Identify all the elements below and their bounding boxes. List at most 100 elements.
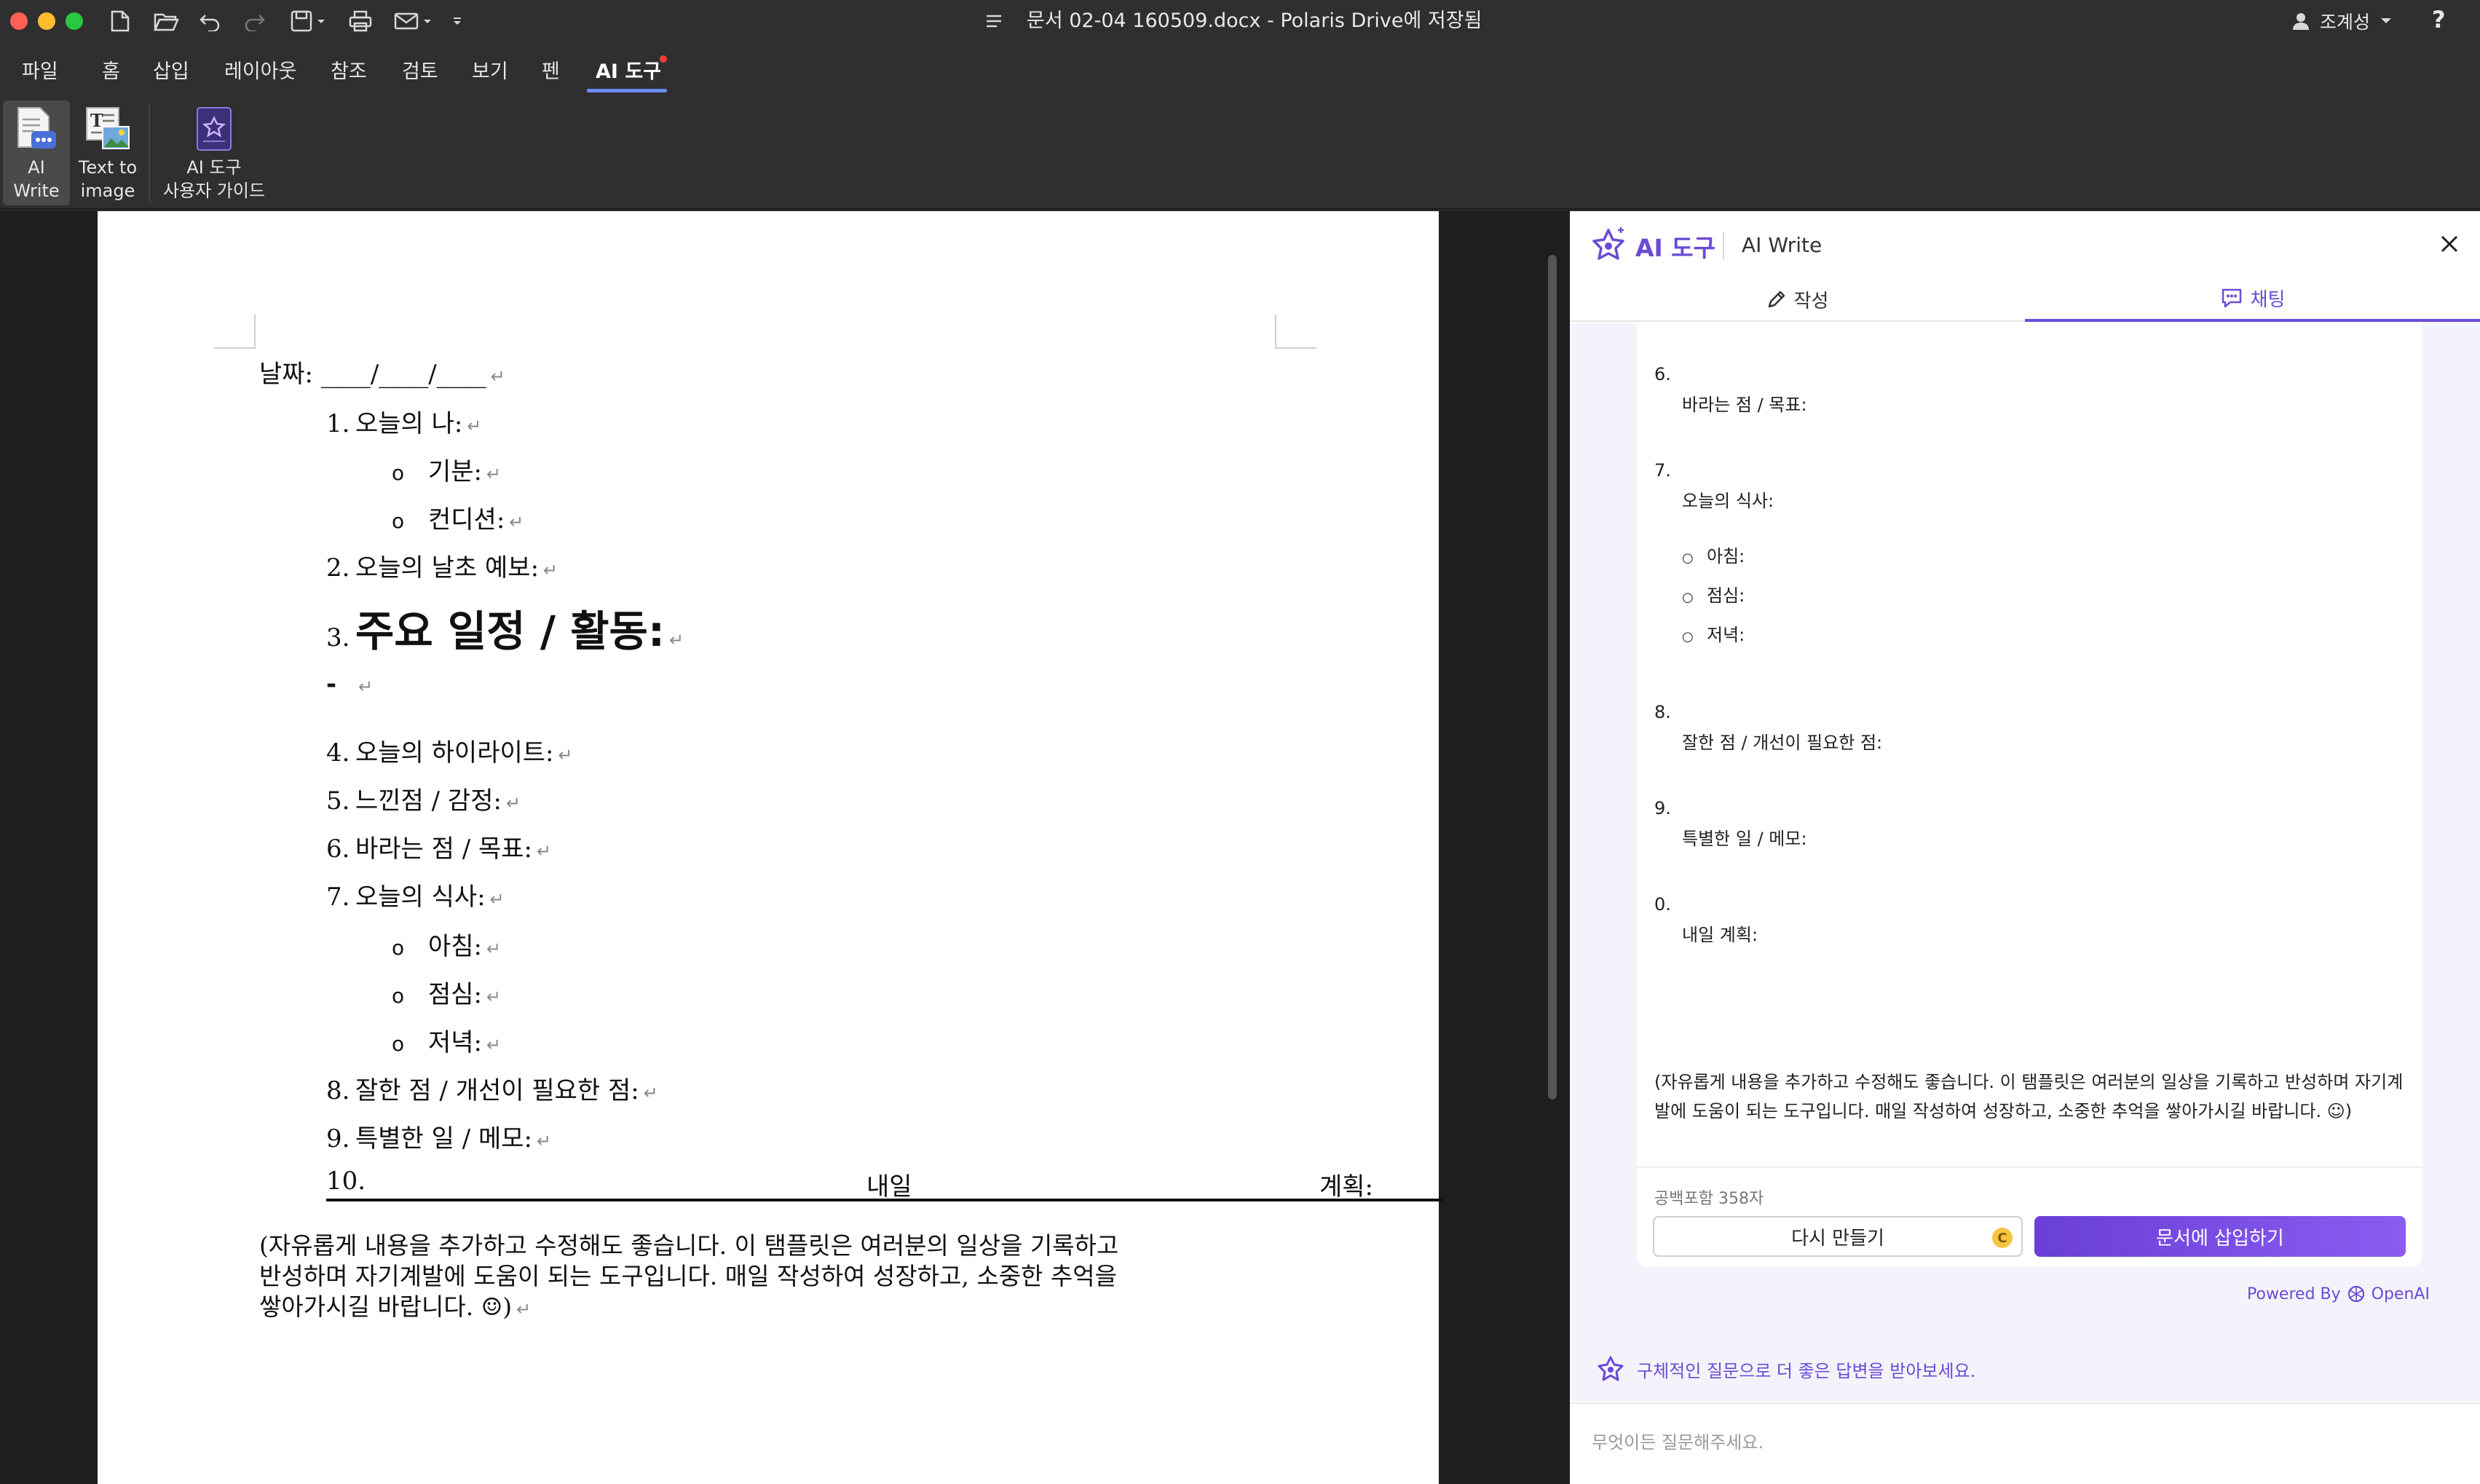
tab-chat[interactable]: 채팅: [2025, 277, 2480, 322]
item-bullet: o: [392, 461, 405, 485]
quick-access-more-icon[interactable]: [451, 6, 463, 36]
document-scrollbar[interactable]: [1548, 255, 1557, 1100]
doc-dash-line: - ↵: [326, 670, 374, 699]
ai-write-icon: [17, 107, 56, 149]
user-name: 조계성: [2320, 12, 2371, 33]
item-text: 오늘의 날초 예보:: [355, 553, 540, 583]
powered-by-openai: Powered By OpenAI: [2247, 1284, 2430, 1303]
save-icon[interactable]: [290, 6, 328, 36]
item-text: 바라는 점 / 목표:: [355, 834, 533, 864]
mail-icon[interactable]: [393, 6, 434, 36]
doc-closing-line: (자유롭게 내용을 추가하고 수정해도 좋습니다. 이 탬플릿은 여러분의 일상…: [259, 1231, 1119, 1260]
header-divider: [1723, 232, 1724, 259]
doc-item: 5. 느낀점 / 감정: ↵: [326, 786, 521, 816]
ai-panel-mode: AI Write: [1742, 233, 1823, 257]
doc-item-10: 10. 내일 계획:: [326, 1167, 1443, 1201]
tab-references[interactable]: 참조: [331, 55, 367, 84]
text-to-image-icon: T: [86, 107, 130, 149]
item-word-1: 내일: [866, 1172, 912, 1201]
text-to-image-button[interactable]: T Text to image: [70, 100, 146, 205]
tab-home[interactable]: 홈: [102, 55, 120, 84]
ai-panel-brand: AI 도구: [1635, 234, 1716, 262]
text-to-image-label-2: image: [80, 181, 135, 201]
circle-bullet-icon: ○: [1682, 590, 1694, 605]
new-feature-dot: [660, 55, 667, 63]
item-text: 특별한 일 / 메모:: [355, 1124, 533, 1153]
tab-layout[interactable]: 레이아웃: [224, 55, 296, 84]
ai-write-button[interactable]: AI Write: [3, 100, 70, 205]
chat-input-area: [1570, 1402, 2480, 1484]
doc-sub-item: o 기분: ↵: [392, 457, 502, 486]
item-number: 1.: [326, 409, 350, 438]
item-bullet: o: [392, 509, 405, 533]
response-closing-note: (자유롭게 내용을 추가하고 수정해도 좋습니다. 이 탬플릿은 여러분의 일상…: [1654, 1072, 2404, 1121]
document-title: 문서 02-04 160509.docx - Polaris Drive에 저장…: [1027, 9, 1482, 32]
doc-item: 6. 바라는 점 / 목표: ↵: [326, 834, 552, 864]
svg-text:T: T: [90, 110, 103, 131]
credit-coin-icon: C: [1992, 1228, 2013, 1248]
sub-line-text: 점심:: [1707, 585, 1745, 606]
chat-input[interactable]: [1592, 1426, 2451, 1459]
date-text: 날짜: ____/____/____: [259, 360, 486, 389]
item-text: 잘한 점 / 개선이 필요한 점:: [355, 1076, 639, 1105]
item-number: 9.: [326, 1124, 350, 1153]
doc-sub-item: o 아침: ↵: [392, 932, 502, 961]
response-number: 8.: [1654, 702, 1671, 722]
close-window-button[interactable]: [10, 12, 28, 30]
tab-write[interactable]: 작성: [1570, 277, 2025, 322]
response-sub-line: ○ 저녁:: [1682, 620, 1745, 646]
item-word-2: 계획:: [1319, 1172, 1374, 1201]
close-panel-button[interactable]: [2439, 232, 2460, 261]
item-text: 오늘의 하이라이트:: [355, 738, 554, 767]
text-to-image-label-1: Text to: [78, 157, 138, 178]
document-page[interactable]: 날짜: ____/____/____ ↵ 1. 오늘의 나: ↵ o 기분: ↵ o 컨디션…: [98, 211, 1443, 1484]
tab-view[interactable]: 보기: [472, 55, 508, 84]
zoom-window-button[interactable]: [66, 12, 83, 30]
sub-line-text: 아침:: [1707, 546, 1745, 567]
document-menu-icon[interactable]: [984, 6, 1003, 36]
doc-closing-line-last: 쌓아가시길 바랍니다. ☺) ↵: [259, 1292, 532, 1321]
regenerate-button[interactable]: 다시 만들기 C: [1653, 1216, 2023, 1257]
item-number: 4.: [326, 738, 350, 767]
tab-file[interactable]: 파일: [22, 55, 58, 84]
hint-text: 구체적인 질문으로 더 좋은 답변을 받아보세요.: [1637, 1360, 1976, 1381]
doc-sub-item: o 점심: ↵: [392, 980, 502, 1009]
ai-star-logo-icon: [1592, 227, 1624, 260]
doc-date-line: 날짜: ____/____/____ ↵: [259, 360, 505, 389]
undo-icon[interactable]: [198, 6, 221, 36]
open-folder-icon[interactable]: [153, 6, 179, 36]
response-line: 오늘의 식사:: [1682, 491, 1774, 511]
guide-label-1: AI 도구: [186, 157, 242, 178]
response-line: 특별한 일 / 메모:: [1682, 829, 1807, 849]
tab-insert[interactable]: 삽입: [153, 55, 189, 84]
redo-icon[interactable]: [243, 6, 266, 36]
user-icon: [2293, 13, 2309, 30]
circle-bullet-icon: ○: [1682, 550, 1694, 566]
doc-item: 1. 오늘의 나: ↵: [326, 409, 482, 438]
response-sub-line: ○ 점심:: [1682, 581, 1745, 607]
doc-sub-item: o 컨디션: ↵: [392, 505, 524, 534]
menu-bar: 파일 홈 삽입 레이아웃 참조 검토 보기 펜 AI 도구 공유: [0, 42, 2480, 125]
minimize-window-button[interactable]: [38, 12, 55, 30]
tab-ai-tools[interactable]: AI 도구: [596, 55, 661, 84]
close-icon: [2441, 235, 2458, 253]
response-line: 잘한 점 / 개선이 필요한 점:: [1682, 733, 1883, 753]
insert-into-document-button[interactable]: 문서에 삽입하기: [2034, 1216, 2406, 1257]
chat-bubble-icon: [2222, 288, 2241, 308]
active-tab-indicator: [587, 89, 667, 92]
chevron-down-icon: [2381, 18, 2392, 23]
circle-bullet-icon: ○: [1682, 629, 1694, 644]
help-button[interactable]: ?: [2432, 6, 2446, 33]
item-bullet: o: [392, 984, 405, 1008]
tab-pen[interactable]: 펜: [542, 55, 560, 84]
ai-write-label-1: AI: [28, 157, 45, 178]
ai-tools-guide-button[interactable]: AI 도구 사용자 가이드: [156, 100, 272, 205]
print-icon[interactable]: [348, 6, 373, 36]
sub-line-text: 저녁:: [1707, 625, 1745, 645]
tab-review[interactable]: 검토: [402, 55, 438, 84]
user-menu[interactable]: 조계성: [2292, 7, 2392, 35]
item-number: 5.: [326, 786, 350, 816]
chat-area: 6. 바라는 점 / 목표: 7. 오늘의 식사: ○ 아침: ○ 점심: ○ 저녁:…: [1570, 323, 2480, 1446]
new-document-icon[interactable]: [109, 6, 131, 36]
chat-hint: 구체적인 질문으로 더 좋은 답변을 받아보세요.: [1596, 1354, 1975, 1384]
